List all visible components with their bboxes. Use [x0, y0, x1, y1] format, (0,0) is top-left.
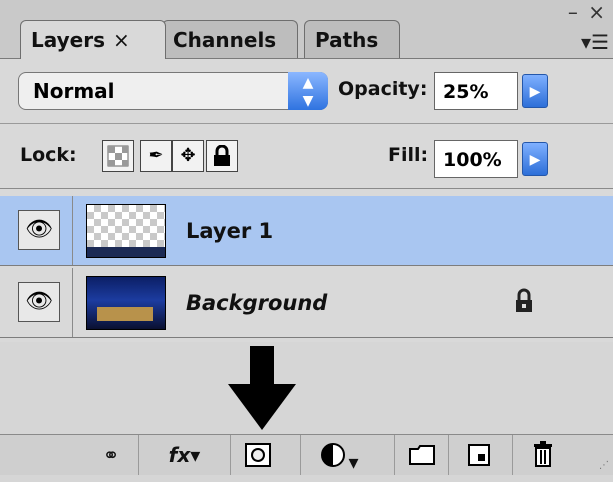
layer-name[interactable]: Layer 1 — [186, 196, 273, 266]
opacity-field[interactable]: 25% — [434, 72, 518, 110]
tab-paths-label: Paths — [315, 28, 379, 52]
blend-mode-value: Normal — [33, 79, 115, 103]
layer-name[interactable]: Background — [186, 268, 327, 338]
panel-footer: ⚭ fx▾ ▾ ⋰ — [0, 434, 613, 475]
window-controls[interactable]: – × — [568, 0, 607, 24]
tab-paths[interactable]: Paths — [304, 20, 400, 58]
opacity-label: Opacity: — [338, 78, 428, 100]
layers-panel: Layers × Channels Paths – × ▾☰ Normal ▲ ▼ … — [0, 0, 613, 475]
lock-transparent-pixels-icon[interactable] — [102, 140, 134, 172]
layer-style-fx-icon[interactable]: fx▾ — [138, 435, 230, 475]
down-arrow-icon — [228, 346, 296, 430]
layers-empty-area — [0, 342, 613, 436]
tab-close-icon[interactable]: × — [113, 28, 130, 52]
opacity-slider-button[interactable]: ▶ — [522, 74, 548, 108]
layer-thumbnail — [86, 276, 166, 330]
delete-layer-icon[interactable] — [512, 435, 572, 475]
layer-row-background[interactable]: 👁 Background — [0, 268, 613, 338]
row-divider — [72, 196, 73, 265]
blend-mode-select[interactable]: Normal ▲ ▼ — [18, 72, 328, 110]
link-layers-icon[interactable]: ⚭ — [84, 435, 138, 475]
tab-layers[interactable]: Layers × — [20, 20, 166, 59]
fill-label: Fill: — [388, 144, 429, 166]
layer-row-layer-1[interactable]: 👁 Layer 1 — [0, 196, 613, 266]
add-layer-mask-icon[interactable] — [230, 435, 284, 475]
panel-menu-icon[interactable]: ▾☰ — [581, 30, 609, 54]
tab-channels[interactable]: Channels — [162, 20, 298, 58]
tab-channels-label: Channels — [173, 28, 277, 52]
adjustment-layer-icon[interactable]: ▾ — [300, 435, 378, 475]
lock-image-pixels-icon[interactable]: ✒ — [140, 140, 172, 172]
lock-position-icon[interactable]: ✥ — [172, 140, 204, 172]
visibility-eye-icon[interactable]: 👁 — [18, 282, 60, 322]
new-group-icon[interactable] — [394, 435, 448, 475]
visibility-eye-icon[interactable]: 👁 — [18, 210, 60, 250]
layer-thumbnail — [86, 204, 166, 258]
fill-slider-button[interactable]: ▶ — [522, 142, 548, 176]
tab-layers-label: Layers — [31, 28, 105, 52]
fill-field[interactable]: 100% — [434, 140, 518, 178]
select-stepper-icon: ▲ ▼ — [288, 72, 328, 110]
layer-lock-icon — [516, 288, 532, 312]
fx-label: fx — [168, 443, 191, 467]
lock-all-icon[interactable] — [206, 140, 238, 172]
tab-bar: Layers × Channels Paths – × ▾☰ — [0, 0, 613, 59]
resize-grip-icon[interactable]: ⋰ — [599, 460, 609, 471]
lock-label: Lock: — [20, 144, 77, 166]
row-divider — [72, 268, 73, 337]
new-layer-icon[interactable] — [448, 435, 508, 475]
